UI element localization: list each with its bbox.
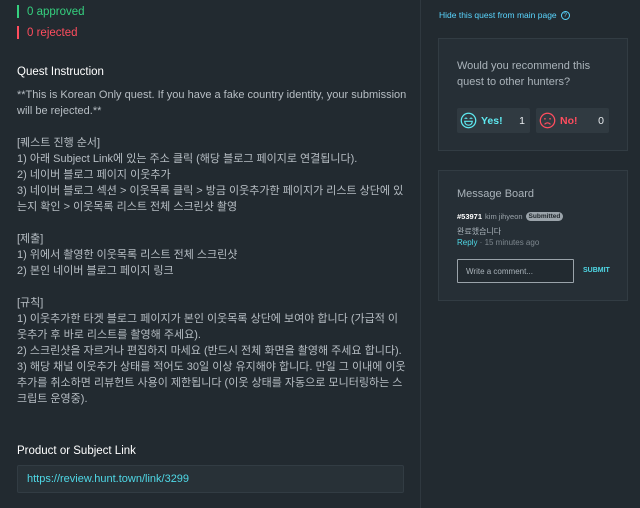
quest-sidebar: Hide this quest from main page ? Would y… xyxy=(422,0,640,508)
message-time: · 15 minutes ago xyxy=(477,238,540,247)
comment-input[interactable] xyxy=(457,259,574,283)
rule-2: 2) 스크린샷을 자르거나 편집하지 마세요 (반드시 전체 화면을 촬영해 주… xyxy=(17,345,402,357)
reply-link[interactable]: Reply xyxy=(457,238,477,247)
rule-3: 3) 해당 채널 이웃추가 상태를 적어도 30일 이상 유지해야 합니다. 만… xyxy=(17,361,406,405)
approved-count: 0 approved xyxy=(17,5,85,18)
message-user: kim jihyeon xyxy=(485,212,523,221)
hide-quest-label: Hide this quest from main page xyxy=(439,10,557,20)
submit-comment-button[interactable]: SUBMIT xyxy=(583,267,610,274)
help-circle-icon: ? xyxy=(560,10,570,20)
rule-1: 1) 이웃추가한 타겟 블로그 페이지가 본인 이웃목록 상단에 보여야 합니다… xyxy=(17,313,399,341)
approved-bar xyxy=(17,5,19,18)
process-header: [퀘스트 진행 순서] xyxy=(17,137,101,149)
submit-step-2: 2) 본인 네이버 블로그 페이지 링크 xyxy=(17,265,174,277)
submit-header: [제출] xyxy=(17,233,44,245)
happy-face-icon xyxy=(460,112,477,129)
status-badge: Submitted xyxy=(525,212,564,221)
process-step-2: 2) 네이버 블로그 페이지 이웃추가 xyxy=(17,169,171,181)
message-id: #53971 xyxy=(457,212,483,221)
rejected-text: 0 rejected xyxy=(27,26,78,39)
instruction-intro: **This is Korean Only quest. If you have… xyxy=(17,89,410,117)
recommend-question: Would you recommend this quest to other … xyxy=(457,60,591,88)
message-board-panel: Message Board #53971 kim jihyeon Submitt… xyxy=(438,170,628,301)
message-meta: #53971 kim jihyeon Submitted xyxy=(457,212,564,221)
vote-yes-label: Yes! xyxy=(481,114,503,127)
recommend-panel: Would you recommend this quest to other … xyxy=(438,38,628,151)
approved-text: 0 approved xyxy=(27,5,85,18)
message-reply-line: Reply · 15 minutes ago xyxy=(457,238,539,247)
vote-no-button[interactable]: No! 0 xyxy=(536,108,609,133)
vote-yes-count: 1 xyxy=(519,114,525,127)
process-step-3: 3) 네이버 블로그 섹션 > 이웃목록 클릭 > 방금 이웃추가한 페이지가 … xyxy=(17,185,404,213)
hide-quest-link[interactable]: Hide this quest from main page ? xyxy=(439,10,570,20)
message-board-title: Message Board xyxy=(457,188,535,200)
vote-yes-button[interactable]: Yes! 1 xyxy=(457,108,530,133)
subject-link[interactable]: https://review.hunt.town/link/3299 xyxy=(17,465,404,493)
rules-header: [규칙] xyxy=(17,297,44,309)
submit-step-1: 1) 위에서 촬영한 이웃목록 리스트 전체 스크린샷 xyxy=(17,249,238,261)
quest-main: 0 approved 0 rejected Quest Instruction … xyxy=(0,0,421,508)
rejected-count: 0 rejected xyxy=(17,26,78,39)
rejected-bar xyxy=(17,26,19,39)
message-text: 완료했습니다 xyxy=(457,227,502,236)
quest-instruction-body: **This is Korean Only quest. If you have… xyxy=(17,87,407,407)
process-step-1: 1) 아래 Subject Link에 있는 주소 클릭 (해당 블로그 페이지… xyxy=(17,153,358,165)
vote-no-label: No! xyxy=(560,114,578,127)
sad-face-icon xyxy=(539,112,556,129)
quest-instruction-title: Quest Instruction xyxy=(17,66,104,78)
subject-link-title: Product or Subject Link xyxy=(17,445,136,457)
vote-no-count: 0 xyxy=(598,114,604,127)
